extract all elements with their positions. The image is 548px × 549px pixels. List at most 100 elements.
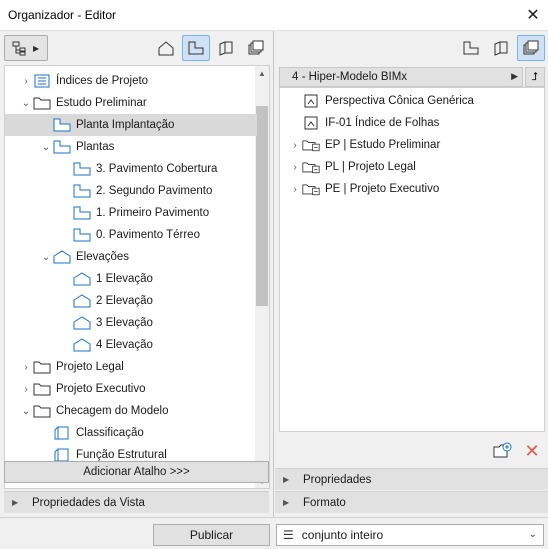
layout-book-button[interactable] xyxy=(212,35,240,61)
plan-icon xyxy=(463,41,479,55)
tree-row[interactable]: › Projeto Executivo xyxy=(5,378,257,400)
view-map-button[interactable] xyxy=(182,35,210,61)
tree-row[interactable]: Classificação xyxy=(5,422,257,444)
layout-book-icon xyxy=(219,41,233,56)
tree-row[interactable]: › Projeto Legal xyxy=(5,356,257,378)
left-toolbar: ▶ xyxy=(0,31,273,65)
tree-row-label: Plantas xyxy=(76,141,115,153)
properties-section[interactable]: ▶ Propriedades xyxy=(275,468,548,490)
tree-row[interactable]: 4 Elevação xyxy=(5,334,257,356)
right-layout-book-button[interactable] xyxy=(487,35,515,61)
tree-row-label: 0. Pavimento Térreo xyxy=(96,229,200,241)
format-label: Formato xyxy=(303,496,346,509)
chevron-right-icon[interactable]: › xyxy=(19,360,33,374)
tree-row-label: 3 Elevação xyxy=(96,317,153,329)
tree-row-label: Planta Implantação xyxy=(76,119,175,131)
elev-icon xyxy=(53,249,71,265)
publisher-item-label: PL | Projeto Legal xyxy=(325,161,416,173)
tree-row-label: Classificação xyxy=(76,427,144,439)
chevron-down-icon[interactable]: ⌄ xyxy=(19,404,33,418)
delete-icon[interactable]: ✕ xyxy=(521,440,543,462)
persp-icon xyxy=(302,93,320,109)
plan-icon xyxy=(188,41,204,55)
go-up-button[interactable]: ⮥ xyxy=(525,67,545,87)
tree-row-label: Estudo Preliminar xyxy=(56,97,147,109)
chevron-right-icon[interactable]: › xyxy=(19,74,33,88)
tree-row-label: Projeto Executivo xyxy=(56,383,146,395)
add-shortcut-button[interactable]: Adicionar Atalho >>> xyxy=(4,461,269,483)
chevron-down-icon[interactable]: ⌄ xyxy=(39,140,53,154)
publisher-item-label: Perspectiva Cônica Genérica xyxy=(325,95,474,107)
right-view-map-button[interactable] xyxy=(457,35,485,61)
new-item-button[interactable] xyxy=(491,440,513,462)
tree-row-label: Elevações xyxy=(76,251,130,263)
scrollbar-thumb[interactable] xyxy=(256,106,268,306)
tree-row[interactable]: ⌄ Plantas xyxy=(5,136,257,158)
chevron-right-icon[interactable]: › xyxy=(19,382,33,396)
publisher-item-row[interactable]: Perspectiva Cônica Genérica xyxy=(280,90,474,112)
publisher-sets-button[interactable] xyxy=(242,35,270,61)
folder-icon xyxy=(33,359,51,375)
tree-row[interactable]: 0. Pavimento Térreo xyxy=(5,224,257,246)
scroll-up-icon[interactable]: ▲ xyxy=(255,66,269,80)
view-map-tree[interactable]: ▲ ▼ › Índices de Projeto ⌄ Estudo Prelimina… xyxy=(4,65,270,489)
set-icon xyxy=(302,159,320,175)
publisher-icon xyxy=(523,40,539,55)
chevron-right-icon[interactable]: › xyxy=(288,138,302,152)
tree-row[interactable]: ⌄ Elevações xyxy=(5,246,257,268)
chevron-right-icon: ▶ xyxy=(511,71,518,81)
publisher-item-row[interactable]: › PL | Projeto Legal xyxy=(280,156,416,178)
tree-row[interactable]: 2. Segundo Pavimento xyxy=(5,180,257,202)
index-icon xyxy=(33,73,51,89)
tree-row-label: Checagem do Modelo xyxy=(56,405,169,417)
tree-row[interactable]: 1. Primeiro Pavimento xyxy=(5,202,257,224)
tree-row[interactable]: › Índices de Projeto xyxy=(5,70,257,92)
tree-row-label: Índices de Projeto xyxy=(56,75,149,87)
publisher-item-row[interactable]: IF-01 Índice de Folhas xyxy=(280,112,439,134)
publisher-item-row[interactable]: › EP | Estudo Preliminar xyxy=(280,134,440,156)
tree-row[interactable]: 3. Pavimento Cobertura xyxy=(5,158,257,180)
tree-row[interactable]: 2 Elevação xyxy=(5,290,257,312)
publisher-item-row[interactable]: › PE | Projeto Executivo xyxy=(280,178,439,200)
navigator-menu-button[interactable]: ▶ xyxy=(4,35,48,61)
close-icon[interactable]: ✕ xyxy=(518,0,548,30)
tree-row[interactable]: 1 Elevação xyxy=(5,268,257,290)
chevron-right-icon[interactable]: › xyxy=(288,160,302,174)
tree-scrollbar[interactable]: ▲ ▼ xyxy=(255,66,269,488)
chevron-down-icon[interactable]: ⌄ xyxy=(19,96,33,110)
publish-button[interactable]: Publicar xyxy=(153,524,270,546)
tree-row[interactable]: ⌄ Estudo Preliminar xyxy=(5,92,257,114)
up-arrow-icon: ⮥ xyxy=(531,70,539,83)
tree-row-label: 1 Elevação xyxy=(96,273,153,285)
view-properties-section[interactable]: ▶ Propriedades da Vista xyxy=(4,491,269,513)
chevron-down-icon[interactable]: ⌄ xyxy=(39,250,53,264)
project-map-button[interactable] xyxy=(152,35,180,61)
folder-icon xyxy=(33,381,51,397)
plan-icon xyxy=(53,139,71,155)
chevron-right-icon[interactable]: › xyxy=(288,182,302,196)
tree-row[interactable]: ⌄ Checagem do Modelo xyxy=(5,400,257,422)
elev-icon xyxy=(73,315,91,331)
tree-row[interactable]: Planta Implantação xyxy=(5,114,257,136)
tree-row-label: Função Estrutural xyxy=(76,449,167,461)
tree-row-label: 1. Primeiro Pavimento xyxy=(96,207,210,219)
publisher-set-selector[interactable]: 4 - Hiper-Modelo BIMx ▶ xyxy=(279,67,523,87)
publish-scope-select[interactable]: ☰ conjunto inteiro ⌄ xyxy=(276,524,544,546)
layout-book-icon xyxy=(494,41,508,56)
tree-row[interactable]: 3 Elevação xyxy=(5,312,257,334)
footer-bar: Publicar ☰ conjunto inteiro ⌄ xyxy=(0,517,548,549)
right-publisher-sets-button[interactable] xyxy=(517,35,545,61)
chevron-down-icon: ⌄ xyxy=(528,529,537,540)
tree-row-label: Projeto Legal xyxy=(56,361,124,373)
publisher-items-list[interactable]: Perspectiva Cônica Genérica IF-01 Índice … xyxy=(279,87,545,432)
persp-icon xyxy=(302,115,320,131)
format-section[interactable]: ▶ Formato xyxy=(275,491,548,513)
